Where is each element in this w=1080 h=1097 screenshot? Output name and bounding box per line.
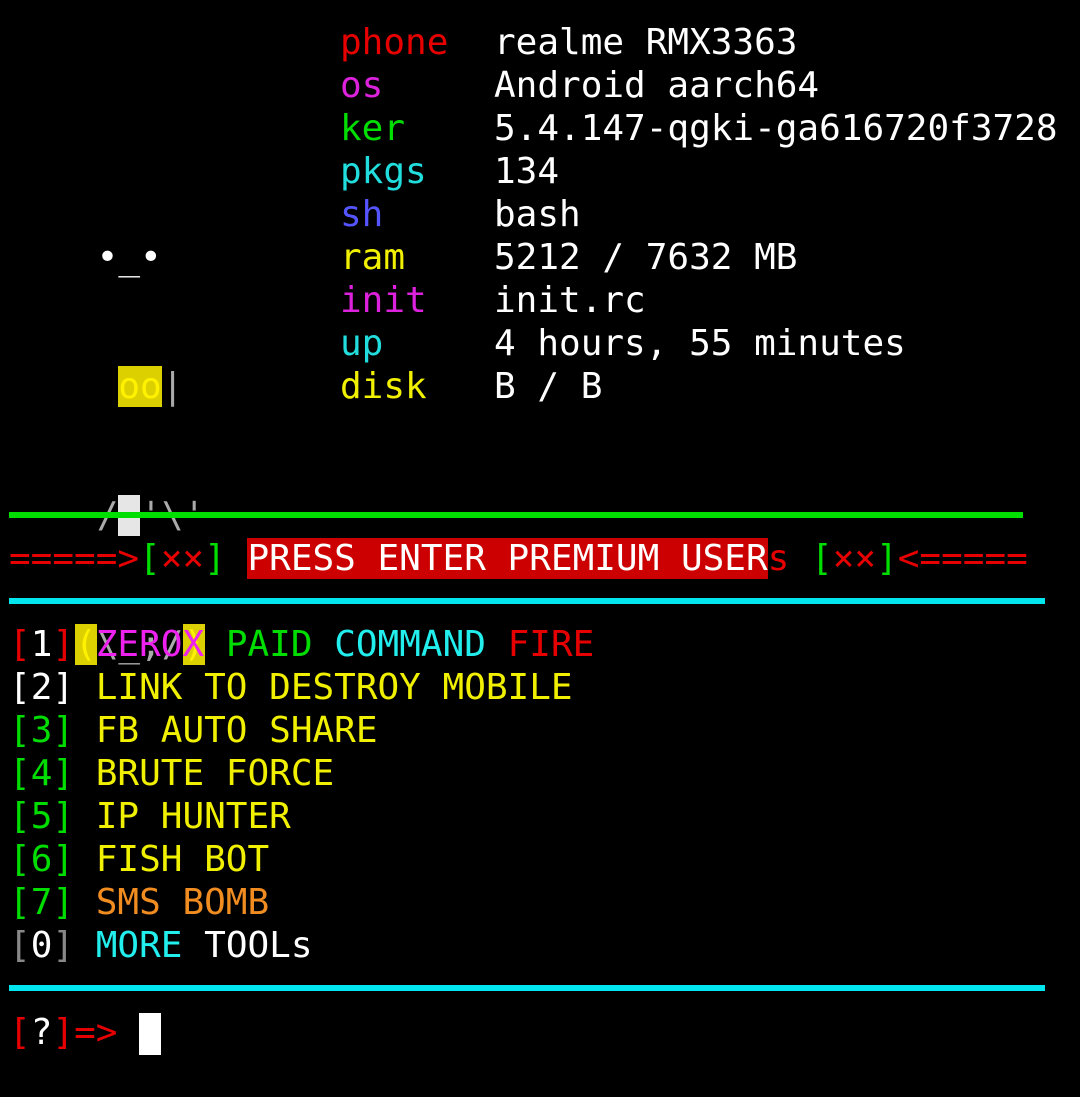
- info-key: pkgs: [340, 151, 427, 192]
- main-menu: [1] ZEROX PAID COMMAND FIRE [2] LINK TO …: [9, 623, 594, 967]
- info-key: phone: [340, 22, 449, 63]
- banner-marks: ××: [832, 538, 877, 579]
- menu-label: BRUTE FORCE: [95, 753, 335, 794]
- info-value: realme RMX3363: [494, 22, 798, 63]
- cyan-divider-bottom: [9, 985, 1045, 991]
- menu-label: FISH BOT: [95, 839, 270, 880]
- menu-label-part: COMMAND: [334, 624, 486, 665]
- green-divider: [9, 512, 1023, 518]
- input-prompt[interactable]: [?]=>: [9, 1011, 162, 1055]
- info-key: disk: [340, 366, 427, 407]
- banner-tail: s: [767, 538, 790, 579]
- info-value: Android aarch64: [494, 65, 820, 106]
- menu-item-2[interactable]: [2] LINK TO DESTROY MOBILE: [9, 666, 594, 709]
- prompt-arrow: =>: [74, 1012, 118, 1053]
- info-key: sh: [340, 194, 384, 235]
- premium-banner: =====>[××] PRESS ENTER PREMIUM USERs [××…: [9, 537, 1028, 580]
- menu-number: 2: [30, 667, 53, 708]
- cyan-divider-top: [9, 598, 1045, 604]
- info-value: bash: [494, 194, 581, 235]
- menu-number: 6: [30, 839, 53, 880]
- info-value: 134: [494, 151, 560, 192]
- info-row-ker: ker 5.4.147-qgki-ga616720f3728: [340, 107, 1058, 150]
- info-row-ram: ram 5212 / 7632 MB: [340, 236, 797, 279]
- menu-item-7[interactable]: [7] SMS BOMB: [9, 881, 594, 924]
- text-cursor[interactable]: [139, 1013, 162, 1055]
- info-row-up: up 4 hours, 55 minutes: [340, 322, 906, 365]
- info-value: init.rc: [494, 280, 646, 321]
- logo-face-line: •_•: [75, 237, 162, 278]
- info-key: ram: [340, 237, 406, 278]
- banner-bracket: [: [811, 538, 833, 579]
- menu-label-part: MORE: [95, 925, 183, 966]
- info-row-init: init init.rc: [340, 279, 646, 322]
- banner-right-arrow: <=====: [897, 538, 1028, 579]
- menu-label: FB AUTO SHARE: [95, 710, 378, 751]
- logo-eyes-bar: |: [161, 366, 184, 407]
- banner-bracket: ]: [876, 538, 898, 579]
- info-row-sh: sh bash: [340, 193, 581, 236]
- menu-item-1[interactable]: [1] ZEROX PAID COMMAND FIRE: [9, 623, 594, 666]
- menu-item-6[interactable]: [6] FISH BOT: [9, 838, 594, 881]
- menu-number: 1: [30, 624, 53, 665]
- menu-item-0[interactable]: [0] MORE TOOLs: [9, 924, 594, 967]
- menu-number: 5: [30, 796, 53, 837]
- info-key: ker: [340, 108, 406, 149]
- menu-label-part: TOOLs: [204, 925, 313, 966]
- info-key: init: [340, 280, 427, 321]
- info-row-phone: phone realme RMX3363: [340, 21, 797, 64]
- info-value: B / B: [494, 366, 603, 407]
- menu-item-4[interactable]: [4] BRUTE FORCE: [9, 752, 594, 795]
- menu-label-part: FIRE: [507, 624, 595, 665]
- menu-label: SMS BOMB: [95, 882, 270, 923]
- info-row-os: os Android aarch64: [340, 64, 819, 107]
- prompt-question: ?: [30, 1012, 53, 1053]
- menu-number: 0: [30, 925, 53, 966]
- banner-marks: ××: [160, 538, 205, 579]
- menu-item-5[interactable]: [5] IP HUNTER: [9, 795, 594, 838]
- menu-number: 3: [30, 710, 53, 751]
- info-value: 5.4.147-qgki-ga616720f3728: [494, 108, 1058, 149]
- info-row-pkgs: pkgs 134: [340, 150, 559, 193]
- prompt-bracket: ]: [52, 1012, 75, 1053]
- menu-label: LINK TO DESTROY MOBILE: [95, 667, 573, 708]
- info-row-disk: disk B / B: [340, 365, 602, 408]
- logo-eyes-line: oo|: [75, 365, 205, 408]
- menu-label: IP HUNTER: [95, 796, 291, 837]
- banner-bracket: [: [139, 538, 161, 579]
- info-key: os: [340, 65, 384, 106]
- info-value: 5212 / 7632 MB: [494, 237, 798, 278]
- banner-bracket: ]: [204, 538, 226, 579]
- menu-number: 7: [30, 882, 53, 923]
- menu-number: 4: [30, 753, 53, 794]
- banner-highlight-text: PRESS ENTER PREMIUM USER: [247, 538, 768, 579]
- menu-label-part: ZEROX: [95, 624, 205, 665]
- info-value: 4 hours, 55 minutes: [494, 323, 906, 364]
- info-key: up: [340, 323, 384, 364]
- banner-left-arrow: =====>: [9, 538, 140, 579]
- logo-eyes: oo: [118, 366, 162, 407]
- menu-label-part: PAID: [225, 624, 313, 665]
- menu-item-3[interactable]: [3] FB AUTO SHARE: [9, 709, 594, 752]
- prompt-bracket: [: [9, 1012, 31, 1053]
